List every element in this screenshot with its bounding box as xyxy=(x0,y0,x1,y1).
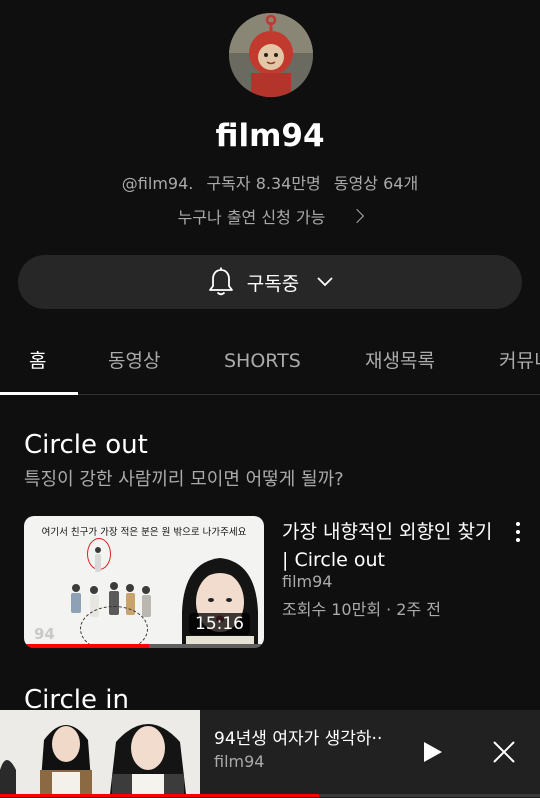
tab-home[interactable]: 홈 xyxy=(29,330,46,394)
miniplayer-channel: film94 xyxy=(214,752,265,771)
chevron-right-icon xyxy=(350,208,365,224)
bell-icon xyxy=(208,267,233,296)
video-stats: 조회수 10만회 · 2주 전 xyxy=(282,600,442,619)
channel-description-text: 누구나 출연 신청 가능 xyxy=(177,208,326,227)
channel-tabs: 홈 동영상 SHORTS 재생목록 커뮤니 xyxy=(0,330,540,395)
channel-watermark: 94 xyxy=(34,625,55,643)
miniplayer-progress-fill xyxy=(0,794,319,797)
video-title[interactable]: 가장 내향적인 외향인 찾기 | Circle out xyxy=(282,518,507,574)
active-tab-indicator xyxy=(0,392,78,395)
tab-videos[interactable]: 동영상 xyxy=(108,330,160,394)
video-title-line-2: | Circle out xyxy=(282,549,385,571)
section-title[interactable]: Circle out xyxy=(24,430,148,460)
miniplayer-thumbnail-image xyxy=(0,710,200,794)
tab-playlists[interactable]: 재생목록 xyxy=(365,330,435,394)
video-count: 동영상 64개 xyxy=(333,174,419,193)
video-channel-name[interactable]: film94 xyxy=(282,572,332,591)
miniplayer-title: 94년생 여자가 생각하·· xyxy=(214,729,383,749)
video-duration: 15:16 xyxy=(189,613,250,635)
channel-name: film94 xyxy=(215,118,325,154)
channel-description[interactable]: 누구나 출연 신청 가능 xyxy=(0,204,540,228)
tab-shorts[interactable]: SHORTS xyxy=(224,330,301,394)
close-icon[interactable] xyxy=(492,740,516,764)
chevron-down-icon xyxy=(317,277,333,287)
channel-avatar[interactable] xyxy=(229,13,313,97)
subscribed-button[interactable]: 구독중 xyxy=(18,255,522,309)
section-subtitle: 특징이 강한 사람끼리 모이면 어떻게 될까? xyxy=(24,469,344,490)
tab-community[interactable]: 커뮤니 xyxy=(499,330,540,394)
video-title-line-1: 가장 내향적인 외향인 찾기 xyxy=(282,521,493,543)
miniplayer-progress-bar xyxy=(0,794,540,797)
watch-progress-bar xyxy=(24,644,264,648)
miniplayer[interactable]: 94년생 여자가 생각하·· film94 xyxy=(0,710,540,798)
channel-meta: @film94. 구독자 8.34만명 동영상 64개 xyxy=(0,170,540,194)
play-icon[interactable] xyxy=(422,740,444,764)
watch-progress-fill xyxy=(24,644,149,648)
floor-circle xyxy=(80,606,148,648)
miniplayer-thumbnail[interactable] xyxy=(0,710,200,794)
channel-handle: @film94. xyxy=(121,174,194,193)
subscribed-label: 구독중 xyxy=(246,272,300,295)
video-thumbnail[interactable]: 여기서 친구가 가장 적은 분은 원 밖으로 나가주세요 94 15:16 xyxy=(24,516,264,648)
subscriber-count: 구독자 8.34만명 xyxy=(206,174,321,193)
more-options-icon[interactable] xyxy=(510,521,526,543)
thumbnail-banner-text: 여기서 친구가 가장 적은 분은 원 밖으로 나가주세요 xyxy=(41,527,247,538)
